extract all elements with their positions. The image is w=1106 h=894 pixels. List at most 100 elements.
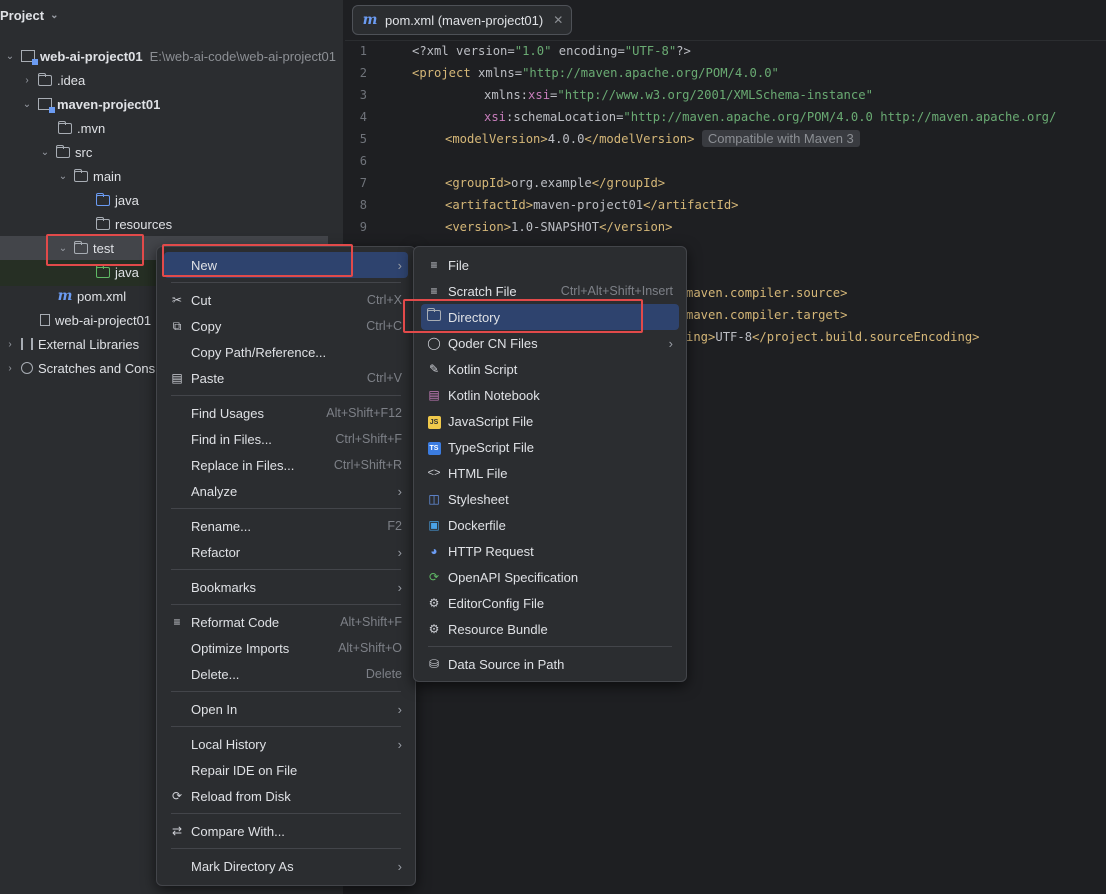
tree-item-root[interactable]: ⌄ web-ai-project01 E:\web-ai-code\web-ai… <box>0 44 346 68</box>
line-number: 9 <box>359 220 367 234</box>
menu-item-shortcut: Ctrl+Alt+Shift+Insert <box>560 284 673 298</box>
tree-item-idea[interactable]: › .idea <box>0 68 363 92</box>
chevron-right-icon[interactable]: › <box>20 75 34 86</box>
code-token: 4.0.0 <box>547 132 585 146</box>
menu-item-reformat-code[interactable]: ≡ Reformat Code Alt+Shift+F <box>164 609 408 635</box>
menu-item-shortcut: Alt+Shift+F12 <box>326 406 402 420</box>
menu-item-optimize-imports[interactable]: Optimize Imports Alt+Shift+O <box>164 635 408 661</box>
tree-item-maven-project01[interactable]: ⌄ maven-project01 <box>0 92 363 116</box>
chevron-down-icon[interactable]: ⌄ <box>56 171 70 182</box>
code-line[interactable]: <groupId>org.example</groupId> <box>445 176 665 190</box>
code-token: </project.build.sourceEncoding> <box>752 330 980 344</box>
tree-item-label: web-ai-project01 <box>40 48 143 64</box>
submenu-item-qoder[interactable]: ◯ Qoder CN Files › <box>421 330 679 356</box>
submenu-item-data-source[interactable]: ⛁ Data Source in Path <box>421 651 679 677</box>
code-line[interactable]: <modelVersion>4.0.0</modelVersion> Compa… <box>445 130 860 147</box>
menu-item-local-history[interactable]: Local History › <box>164 731 408 757</box>
menu-item-label: Kotlin Script <box>448 361 518 377</box>
code-line[interactable]: <project xmlns="http://maven.apache.org/… <box>412 66 779 80</box>
menu-item-label: JavaScript File <box>448 413 534 429</box>
maven-compat-hint[interactable]: Compatible with Maven 3 <box>701 130 860 147</box>
tree-item-label: java <box>115 264 139 280</box>
submenu-item-file[interactable]: ≡ File <box>421 252 679 278</box>
menu-item-open-in[interactable]: Open In › <box>164 696 408 722</box>
scratch-file-icon: ≡ <box>430 284 438 298</box>
clipboard-icon: ▤ <box>171 371 183 385</box>
chevron-down-icon[interactable]: ⌄ <box>20 99 34 110</box>
tree-item-label: java <box>115 192 139 208</box>
line-number: 6 <box>359 154 367 168</box>
code-token: org.example <box>511 176 592 190</box>
project-panel-title: Project <box>0 8 45 23</box>
tree-item-main[interactable]: ⌄ main <box>0 164 399 188</box>
code-token: xmlns= <box>470 66 523 80</box>
chevron-right-icon: › <box>397 858 402 874</box>
menu-item-label: HTTP Request <box>448 543 534 559</box>
menu-item-label: Copy Path/Reference... <box>191 344 327 360</box>
code-line[interactable]: xsi:schemaLocation="http://maven.apache.… <box>484 110 1056 124</box>
menu-item-replace-in-files[interactable]: Replace in Files... Ctrl+Shift+R <box>164 452 408 478</box>
menu-item-bookmarks[interactable]: Bookmarks › <box>164 574 408 600</box>
menu-item-find-in-files[interactable]: Find in Files... Ctrl+Shift+F <box>164 426 408 452</box>
chevron-right-icon[interactable]: › <box>3 339 17 350</box>
code-line[interactable]: ing>UTF-8</project.build.sourceEncoding> <box>686 330 980 344</box>
tree-item-src[interactable]: ⌄ src <box>0 140 381 164</box>
menu-separator <box>171 569 401 570</box>
menu-item-label: Reload from Disk <box>191 788 291 804</box>
menu-item-analyze[interactable]: Analyze › <box>164 478 408 504</box>
submenu-item-javascript[interactable]: JS JavaScript File <box>421 408 679 434</box>
project-panel-header[interactable]: Project ⌄ <box>0 8 58 23</box>
chevron-right-icon: › <box>397 736 402 752</box>
tree-item-label: .idea <box>57 72 86 88</box>
tree-item-mvn[interactable]: .mvn <box>0 116 397 140</box>
code-token: :schemaLocation= <box>506 110 624 124</box>
chevron-right-icon: › <box>397 701 402 717</box>
submenu-item-kotlin-script[interactable]: ✎ Kotlin Script <box>421 356 679 382</box>
menu-item-label: Refactor <box>191 544 241 560</box>
menu-item-refactor[interactable]: Refactor › <box>164 539 408 565</box>
submenu-item-kotlin-notebook[interactable]: ▤ Kotlin Notebook <box>421 382 679 408</box>
file-icon: ≡ <box>430 258 438 272</box>
menu-item-label: TypeScript File <box>448 439 534 455</box>
menu-item-copy[interactable]: ⧉ Copy Ctrl+C <box>164 313 408 339</box>
editor-tab-pom[interactable]: m pom.xml (maven-project01) ✕ <box>352 5 573 35</box>
code-token: maven.compiler.target> <box>686 308 848 322</box>
code-line[interactable]: maven.compiler.target> <box>686 308 847 322</box>
module-folder-icon <box>38 98 55 113</box>
close-icon[interactable]: ✕ <box>553 13 563 27</box>
submenu-item-html[interactable]: <> HTML File <box>421 460 679 486</box>
menu-item-shortcut: F2 <box>387 519 402 533</box>
submenu-item-openapi[interactable]: ⟳ OpenAPI Specification <box>421 564 679 590</box>
submenu-item-stylesheet[interactable]: ◫ Stylesheet <box>421 486 679 512</box>
menu-item-cut[interactable]: ✂ Cut Ctrl+X <box>164 287 408 313</box>
chevron-right-icon[interactable]: › <box>3 363 17 374</box>
menu-item-delete[interactable]: Delete... Delete <box>164 661 408 687</box>
chevron-down-icon[interactable]: ⌄ <box>3 51 17 62</box>
menu-item-compare-with[interactable]: ⇄ Compare With... <box>164 818 408 844</box>
chevron-down-icon[interactable]: ⌄ <box>38 147 52 158</box>
code-line[interactable]: xmlns:xsi="http://www.w3.org/2001/XMLSch… <box>484 88 873 102</box>
submenu-item-resource-bundle[interactable]: ⚙ Resource Bundle <box>421 616 679 642</box>
code-line[interactable]: <version>1.0-SNAPSHOT</version> <box>445 220 672 234</box>
menu-item-mark-directory[interactable]: Mark Directory As › <box>164 853 408 879</box>
chevron-right-icon: › <box>397 579 402 595</box>
submenu-item-dockerfile[interactable]: ▣ Dockerfile <box>421 512 679 538</box>
menu-item-repair-ide[interactable]: Repair IDE on File <box>164 757 408 783</box>
code-line[interactable]: <?xml version="1.0" encoding="UTF-8"?> <box>412 44 691 58</box>
code-line[interactable]: <artifactId>maven-project01</artifactId> <box>445 198 739 212</box>
html-icon: <> <box>427 467 441 479</box>
menu-item-paste[interactable]: ▤ Paste Ctrl+V <box>164 365 408 391</box>
menu-separator <box>171 508 401 509</box>
menu-item-label: Scratch File <box>448 283 517 299</box>
code-line[interactable]: maven.compiler.source> <box>686 286 847 300</box>
menu-item-label: Dockerfile <box>448 517 506 533</box>
menu-item-find-usages[interactable]: Find Usages Alt+Shift+F12 <box>164 400 408 426</box>
submenu-item-editorconfig[interactable]: ⚙ EditorConfig File <box>421 590 679 616</box>
menu-item-reload[interactable]: ⟳ Reload from Disk <box>164 783 408 809</box>
submenu-item-http-request[interactable]: ◕ HTTP Request <box>421 538 679 564</box>
menu-item-rename[interactable]: Rename... F2 <box>164 513 408 539</box>
code-token: "UTF-8" <box>624 44 677 58</box>
submenu-item-typescript[interactable]: TS TypeScript File <box>421 434 679 460</box>
code-token: maven-project01 <box>533 198 644 212</box>
menu-item-copy-path[interactable]: Copy Path/Reference... <box>164 339 408 365</box>
